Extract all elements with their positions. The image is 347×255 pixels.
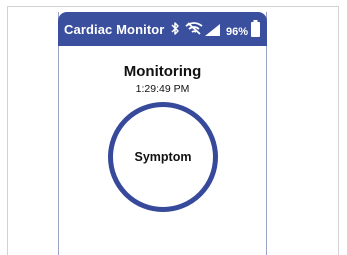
app-title: Cardiac Monitor (64, 22, 165, 37)
symptom-button-label: Symptom (134, 150, 192, 164)
cell-signal-icon (205, 23, 220, 41)
battery-icon (251, 20, 260, 42)
symptom-button[interactable]: Symptom (108, 102, 218, 212)
battery-percent: 96% (226, 26, 249, 38)
status-bar: Cardiac Monitor 96% (58, 12, 267, 46)
wifi-off-icon (185, 22, 203, 40)
bluetooth-icon (170, 21, 180, 41)
page-title: Monitoring (123, 63, 202, 80)
current-time: 1:29:49 PM (135, 83, 190, 95)
phone-screen: Cardiac Monitor 96% Monitoring 1:29:49 P… (58, 12, 267, 255)
